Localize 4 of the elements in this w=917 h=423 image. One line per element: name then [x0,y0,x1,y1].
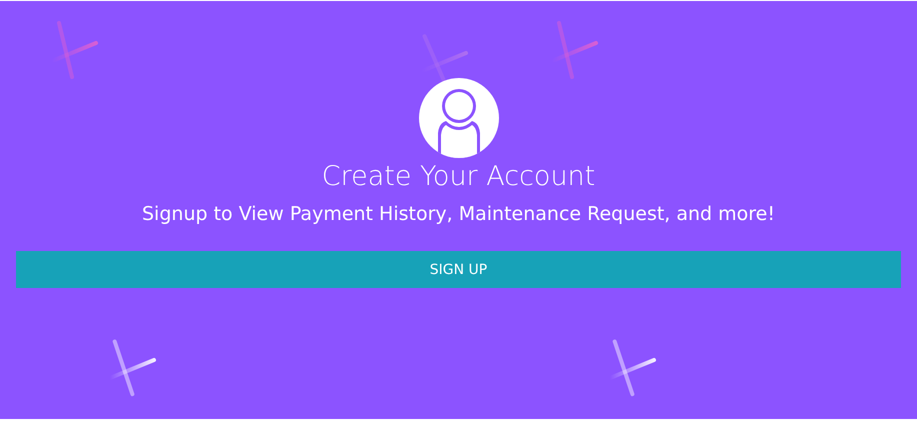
sign-up-button[interactable]: SIGN UP [16,251,901,288]
subtitle: Signup to View Payment History, Maintenance Request, and more! [142,202,775,227]
user-avatar-icon [418,77,500,159]
page-title: Create Your Account [322,160,596,194]
